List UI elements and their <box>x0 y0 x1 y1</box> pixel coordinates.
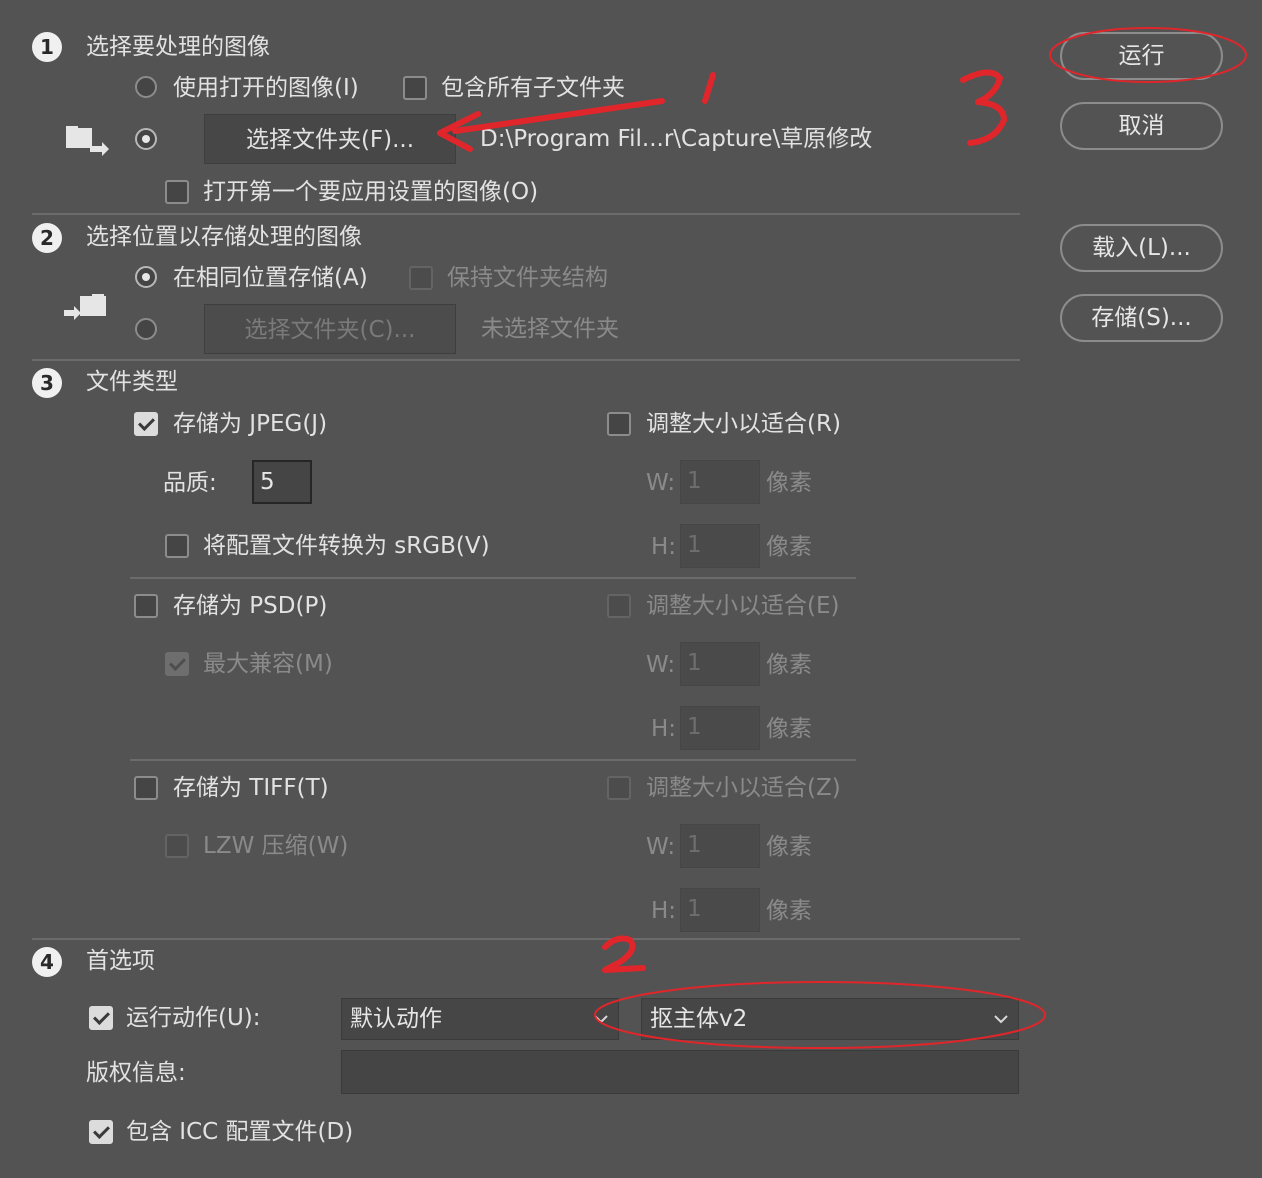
action-set-dropdown[interactable]: 默认动作 <box>341 998 619 1040</box>
save-as-tiff-label[interactable]: 存储为 TIFF(T) <box>173 773 329 803</box>
tiff-width-label: W: <box>646 834 676 860</box>
run-action-label[interactable]: 运行动作(U): <box>126 1003 261 1033</box>
convert-srgb-label[interactable]: 将配置文件转换为 sRGB(V) <box>203 531 490 561</box>
action-value: 抠主体v2 <box>650 1006 748 1032</box>
jpeg-psd-divider <box>130 577 856 579</box>
save-as-psd-checkbox[interactable] <box>134 594 158 618</box>
cancel-button[interactable]: 取消 <box>1060 102 1223 150</box>
section-1-title: 选择要处理的图像 <box>86 34 270 60</box>
keep-folder-structure-label[interactable]: 保持文件夹结构 <box>447 263 608 293</box>
psd-width-label: W: <box>646 652 676 678</box>
jpeg-quality-input[interactable]: 5 <box>252 460 312 504</box>
jpeg-width-label: W: <box>646 470 676 496</box>
annotation-number-1 <box>702 72 716 104</box>
psd-width-input[interactable]: 1 <box>680 642 760 686</box>
save-as-jpeg-checkbox[interactable] <box>134 412 158 436</box>
section-divider-2 <box>32 359 1020 361</box>
jpeg-width-input[interactable]: 1 <box>680 460 760 504</box>
tiff-height-input[interactable]: 1 <box>680 888 760 932</box>
section-2-title: 选择位置以存储处理的图像 <box>86 224 362 250</box>
tiff-height-label: H: <box>651 898 677 924</box>
lzw-checkbox[interactable] <box>165 834 189 858</box>
run-button[interactable]: 运行 <box>1060 32 1223 80</box>
tiff-width-input[interactable]: 1 <box>680 824 760 868</box>
max-compat-checkbox[interactable] <box>165 652 189 676</box>
tiff-resize-checkbox[interactable] <box>607 776 631 800</box>
tiff-height-unit: 像素 <box>766 898 812 924</box>
jpeg-height-unit: 像素 <box>766 534 812 560</box>
annotation-overlay <box>437 27 1247 1049</box>
save-same-location-label[interactable]: 在相同位置存储(A) <box>173 263 368 293</box>
open-first-image-label[interactable]: 打开第一个要应用设置的图像(O) <box>203 177 538 207</box>
psd-height-unit: 像素 <box>766 716 812 742</box>
section-3-number: 3 <box>32 368 62 398</box>
jpeg-resize-label[interactable]: 调整大小以适合(R) <box>646 409 841 439</box>
psd-height-label: H: <box>651 716 677 742</box>
save-same-location-radio[interactable] <box>135 266 157 288</box>
save-as-tiff-checkbox[interactable] <box>134 776 158 800</box>
save-button[interactable]: 存储(S)... <box>1060 294 1223 342</box>
select-source-folder-button[interactable]: 选择文件夹(F)... <box>204 114 456 164</box>
select-folder-radio[interactable] <box>135 128 157 150</box>
lzw-label[interactable]: LZW 压缩(W) <box>203 831 348 861</box>
source-folder-path: D:\Program Fil...r\Capture\草原修改 <box>480 126 873 152</box>
section-4-number: 4 <box>32 947 62 977</box>
source-folder-icon <box>66 126 109 156</box>
section-4-title: 首选项 <box>86 948 155 974</box>
load-button[interactable]: 载入(L)... <box>1060 224 1223 272</box>
action-dropdown[interactable]: 抠主体v2 <box>641 998 1019 1040</box>
jpeg-resize-checkbox[interactable] <box>607 412 631 436</box>
annotation-number-3 <box>960 69 1007 146</box>
psd-resize-checkbox[interactable] <box>607 594 631 618</box>
action-set-value: 默认动作 <box>350 1006 442 1032</box>
open-first-image-checkbox[interactable] <box>165 180 189 204</box>
jpeg-height-input[interactable]: 1 <box>680 524 760 568</box>
tiff-width-unit: 像素 <box>766 834 812 860</box>
include-icc-label[interactable]: 包含 ICC 配置文件(D) <box>126 1117 353 1147</box>
run-action-checkbox[interactable] <box>89 1006 113 1030</box>
section-1-number: 1 <box>32 32 62 62</box>
destination-folder-path: 未选择文件夹 <box>481 316 619 342</box>
copyright-input[interactable] <box>341 1050 1019 1094</box>
select-destination-radio[interactable] <box>135 318 157 340</box>
use-open-images-label[interactable]: 使用打开的图像(I) <box>173 73 359 103</box>
use-open-images-radio[interactable] <box>135 76 157 98</box>
section-2-number: 2 <box>32 223 62 253</box>
save-as-psd-label[interactable]: 存储为 PSD(P) <box>173 591 327 621</box>
keep-folder-structure-checkbox[interactable] <box>409 266 433 290</box>
include-subfolders-label[interactable]: 包含所有子文件夹 <box>441 73 625 103</box>
section-divider-1 <box>32 213 1020 215</box>
save-as-jpeg-label[interactable]: 存储为 JPEG(J) <box>173 409 327 439</box>
psd-tiff-divider <box>130 759 856 761</box>
jpeg-height-label: H: <box>651 534 677 560</box>
jpeg-width-unit: 像素 <box>766 470 812 496</box>
tiff-resize-label[interactable]: 调整大小以适合(Z) <box>646 773 841 803</box>
chevron-down-icon <box>594 1015 608 1024</box>
section-divider-3 <box>32 938 1020 940</box>
annotation-number-2 <box>602 935 646 973</box>
section-3-title: 文件类型 <box>86 369 178 395</box>
psd-height-input[interactable]: 1 <box>680 706 760 750</box>
select-destination-folder-button[interactable]: 选择文件夹(C)... <box>204 304 456 354</box>
psd-width-unit: 像素 <box>766 652 812 678</box>
convert-srgb-checkbox[interactable] <box>165 534 189 558</box>
destination-folder-icon <box>64 294 106 320</box>
copyright-label: 版权信息: <box>86 1060 186 1086</box>
include-icc-checkbox[interactable] <box>89 1120 113 1144</box>
chevron-down-icon <box>994 1015 1008 1024</box>
include-subfolders-checkbox[interactable] <box>403 76 427 100</box>
max-compat-label[interactable]: 最大兼容(M) <box>203 649 333 679</box>
jpeg-quality-label: 品质: <box>163 470 217 496</box>
psd-resize-label[interactable]: 调整大小以适合(E) <box>646 591 839 621</box>
